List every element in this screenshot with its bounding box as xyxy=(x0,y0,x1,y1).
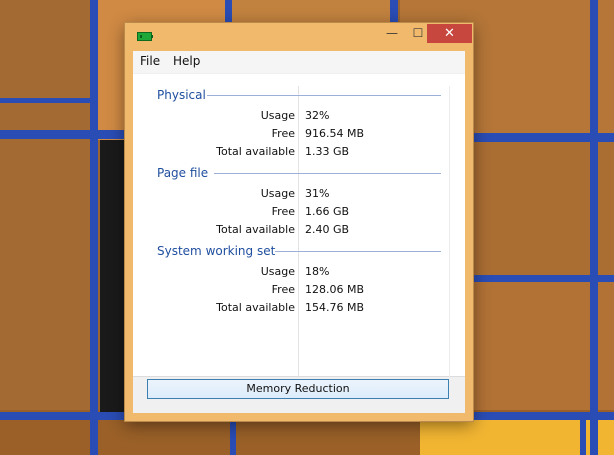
physical-free-value: 916.54 MB xyxy=(305,127,365,140)
memory-reducer-window: — ☐ ✕ File Help Physical Usage 32% Free … xyxy=(125,23,473,421)
title-bar[interactable]: — ☐ ✕ xyxy=(125,23,473,51)
group-separator xyxy=(214,173,441,174)
physical-usage-value: 32% xyxy=(305,109,330,122)
group-title-physical: Physical xyxy=(157,88,206,102)
physical-usage-label: Usage xyxy=(260,109,295,122)
close-button[interactable]: ✕ xyxy=(427,24,472,43)
column-divider xyxy=(298,86,299,378)
menu-help[interactable]: Help xyxy=(173,54,200,68)
pagefile-free-label: Free xyxy=(271,205,295,218)
working-set-free-label: Free xyxy=(271,283,295,296)
memory-reduction-button[interactable]: Memory Reduction xyxy=(147,379,449,399)
working-set-usage-label: Usage xyxy=(260,265,295,278)
physical-total-value: 1.33 GB xyxy=(305,145,350,158)
working-set-free-value: 128.06 MB xyxy=(305,283,365,296)
menu-bar: File Help xyxy=(133,51,465,73)
column-divider xyxy=(449,86,450,378)
group-title-page-file: Page file xyxy=(157,166,209,180)
pagefile-free-value: 1.66 GB xyxy=(305,205,350,218)
group-separator xyxy=(275,251,441,252)
working-set-usage-value: 18% xyxy=(305,265,330,278)
memory-chip-icon xyxy=(137,32,153,41)
menu-file[interactable]: File xyxy=(140,54,160,68)
pagefile-usage-label: Usage xyxy=(260,187,295,200)
minimize-button[interactable]: — xyxy=(379,24,405,43)
client-area: File Help Physical Usage 32% Free 916.54… xyxy=(133,51,465,413)
pagefile-usage-value: 31% xyxy=(305,187,330,200)
pagefile-total-value: 2.40 GB xyxy=(305,223,350,236)
working-set-total-value: 154.76 MB xyxy=(305,301,365,314)
physical-free-label: Free xyxy=(271,127,295,140)
physical-total-label: Total available xyxy=(216,145,295,158)
group-separator xyxy=(207,95,441,96)
memory-info-panel: Physical Usage 32% Free 916.54 MB Total … xyxy=(133,74,465,378)
pagefile-total-label: Total available xyxy=(216,223,295,236)
working-set-total-label: Total available xyxy=(216,301,295,314)
group-title-system-working-set: System working set xyxy=(157,244,276,258)
